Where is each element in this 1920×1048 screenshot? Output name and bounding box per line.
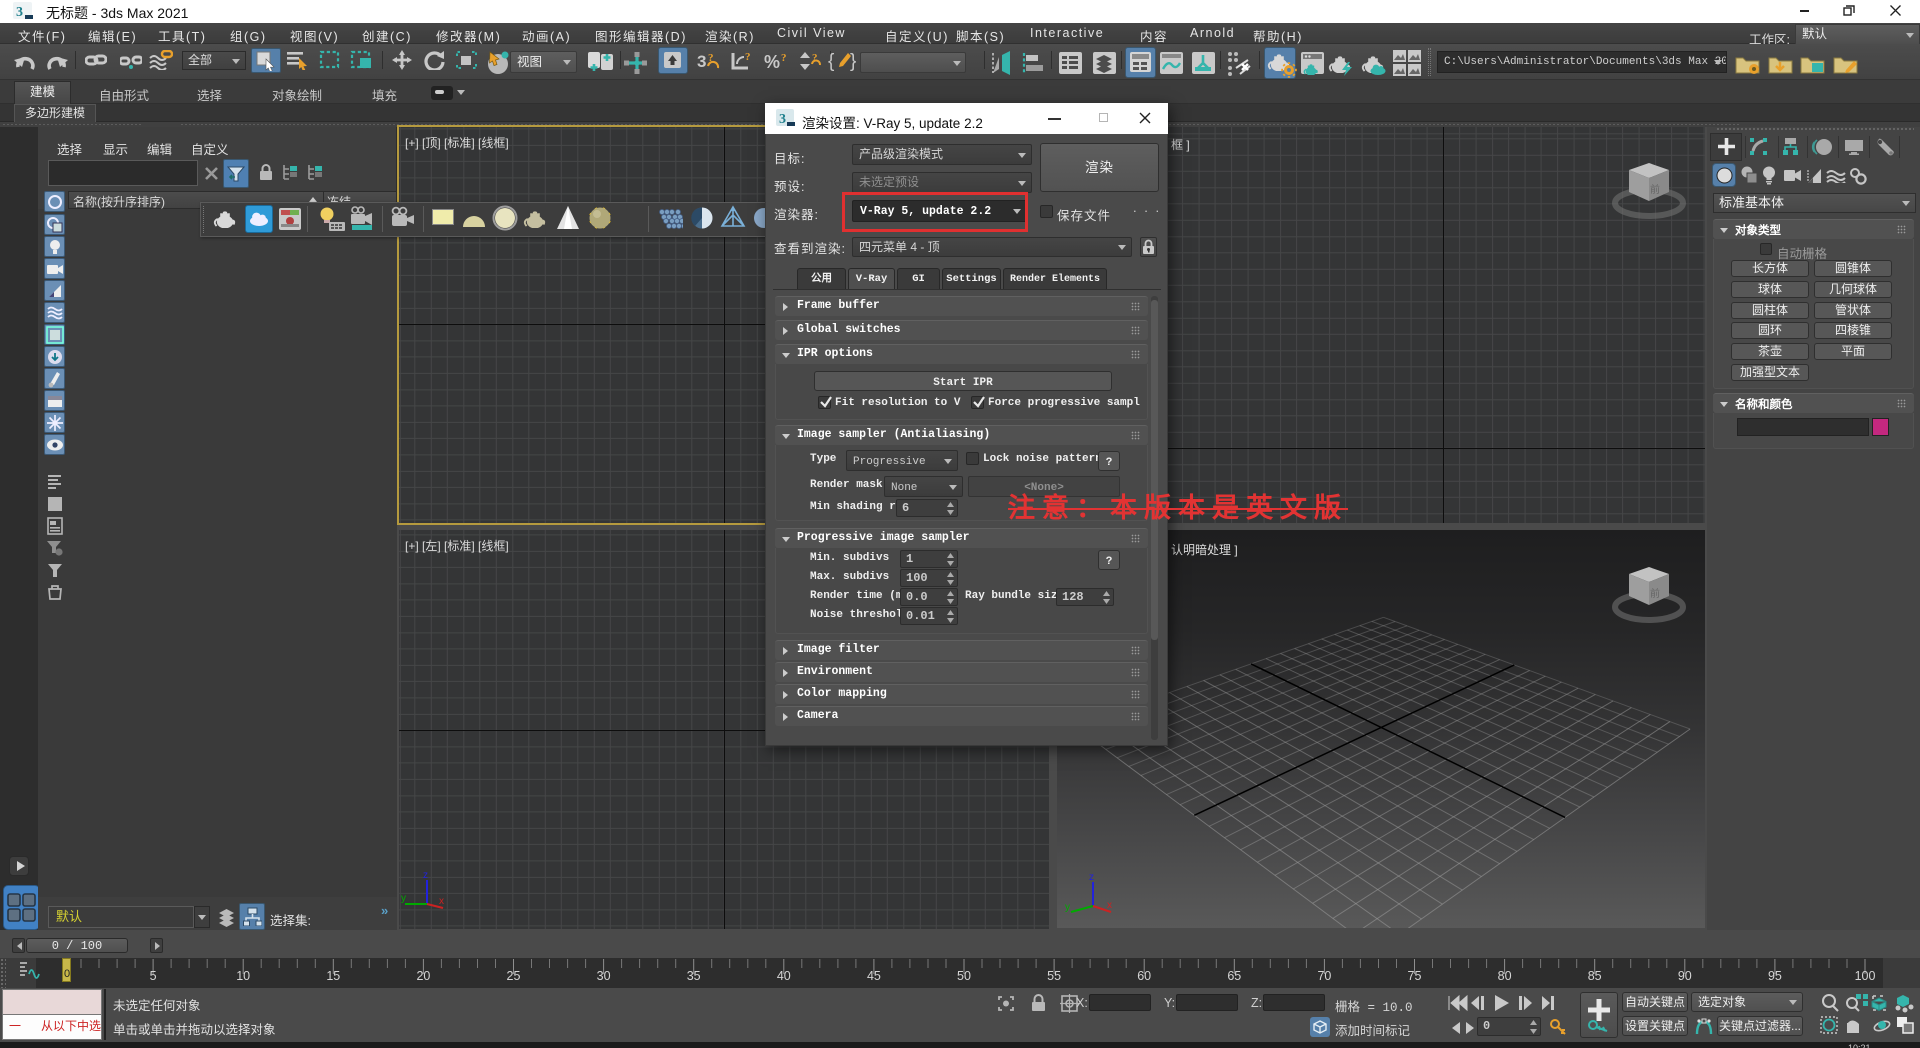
svg-text:x: x — [439, 896, 444, 907]
svg-text:3: 3 — [779, 112, 786, 127]
svg-text:3: 3 — [697, 52, 706, 71]
svg-text:}: } — [850, 51, 856, 72]
svg-text:前: 前 — [1650, 183, 1660, 196]
svg-text:?: ? — [745, 51, 751, 63]
svg-text:x: x — [1107, 900, 1112, 911]
svg-text:y: y — [1065, 902, 1070, 913]
svg-text:z: z — [1089, 872, 1094, 883]
svg-text:{: { — [828, 51, 835, 72]
svg-text:?: ? — [781, 52, 787, 64]
svg-text:%: % — [764, 52, 780, 72]
svg-text:z: z — [423, 870, 428, 881]
svg-text:前: 前 — [1650, 587, 1660, 600]
svg-text:3: 3 — [16, 5, 23, 20]
svg-text:y: y — [401, 893, 406, 904]
